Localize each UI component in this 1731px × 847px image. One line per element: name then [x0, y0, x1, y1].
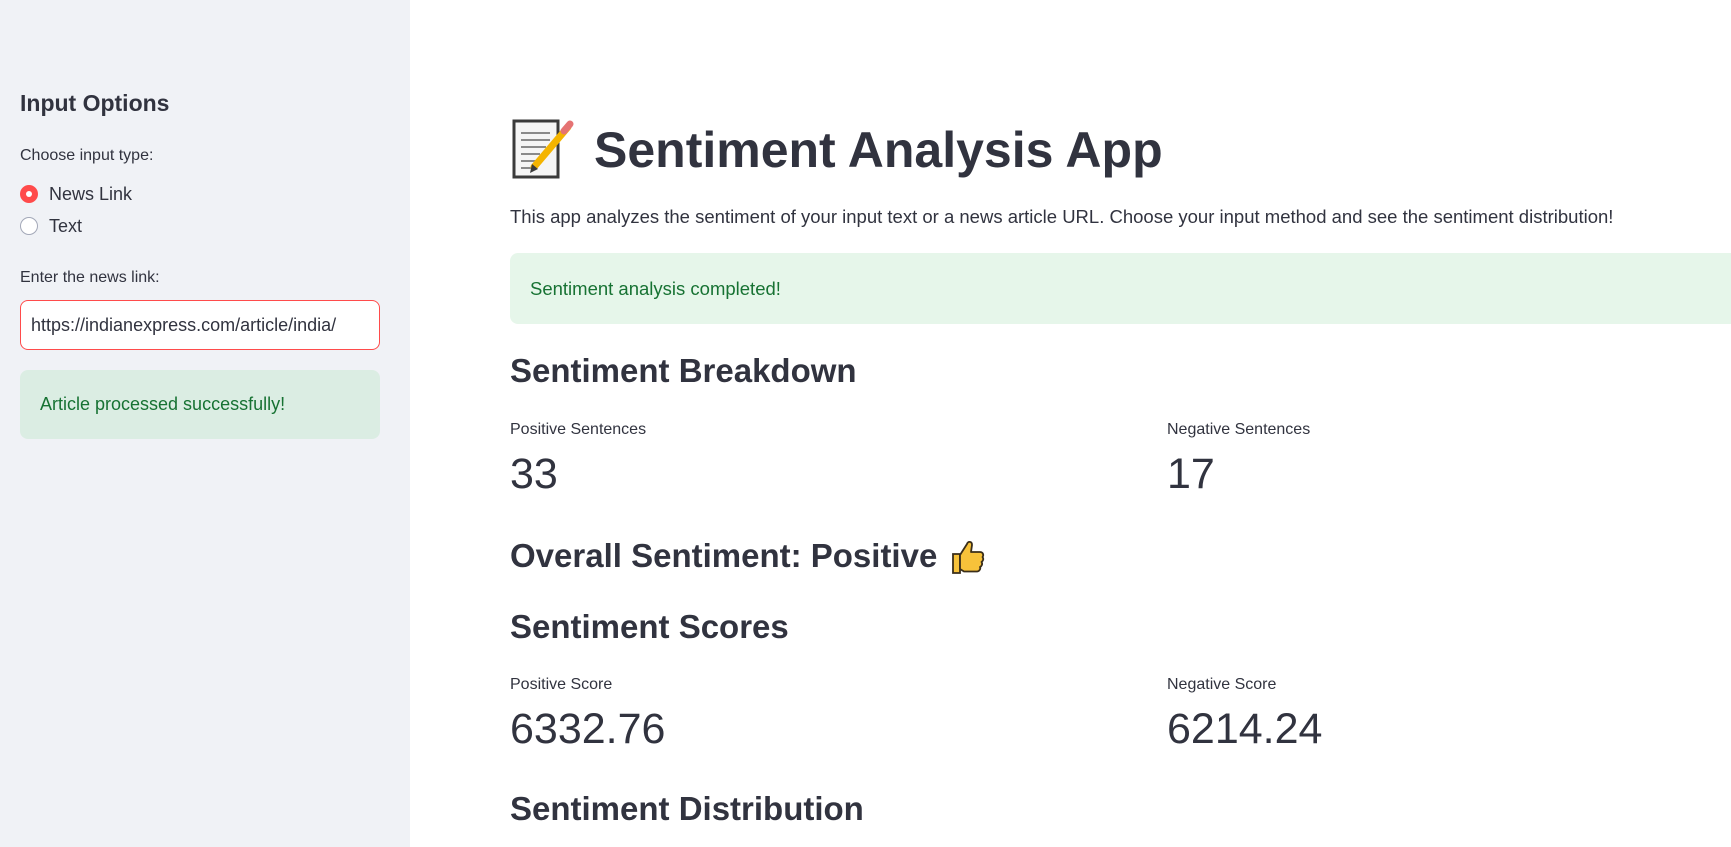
metric-value: 33 [510, 450, 558, 498]
radio-label-news-link: News Link [49, 183, 133, 204]
radio-selected-icon[interactable] [20, 185, 38, 203]
overall-sentiment-heading: Overall Sentiment: Positive [510, 536, 987, 576]
metric-label: Positive Score [510, 676, 613, 693]
app-root: Input Options Choose input type: News Li… [0, 0, 1731, 847]
input-type-label: Choose input type: [20, 147, 154, 164]
sidebar: Input Options Choose input type: News Li… [0, 0, 410, 847]
radio-label-text: Text [49, 215, 83, 236]
scores-heading: Sentiment Scores [510, 608, 789, 645]
metric-value: 17 [1167, 450, 1215, 498]
radio-option-news-link[interactable]: News Link [20, 178, 380, 210]
breakdown-heading: Sentiment Breakdown [510, 352, 857, 389]
metric-negative-sentences: Negative Sentences 17 [1167, 420, 1310, 500]
main-content: Sentiment Analysis App This app analyzes… [510, 0, 1731, 847]
sidebar-success-alert: Article processed successfully! [20, 370, 380, 439]
page-title-row: Sentiment Analysis App [510, 112, 1163, 188]
metric-value: 6214.24 [1167, 705, 1323, 753]
metric-label: Positive Sentences [510, 421, 647, 438]
radio-option-text[interactable]: Text [20, 210, 380, 242]
thumbs-up-icon [952, 540, 985, 574]
metric-negative-score: Negative Score 6214.24 [1167, 675, 1322, 755]
page-title: Sentiment Analysis App [594, 122, 1163, 178]
overall-sentiment-text: Overall Sentiment: Positive [510, 537, 938, 574]
metric-label: Negative Sentences [1167, 421, 1311, 438]
metric-value: 6332.76 [510, 705, 666, 753]
news-link-input[interactable] [20, 300, 380, 350]
metric-label: Negative Score [1167, 676, 1277, 693]
sidebar-heading: Input Options [20, 90, 170, 116]
app-description: This app analyzes the sentiment of your … [510, 206, 1614, 227]
distribution-heading: Sentiment Distribution [510, 790, 864, 827]
sidebar-content: Input Options Choose input type: News Li… [20, 88, 380, 439]
analysis-success-alert: Sentiment analysis completed! [510, 253, 1731, 324]
input-type-radio-group: News Link Text [20, 178, 380, 242]
news-link-label: Enter the news link: [20, 269, 160, 286]
metric-positive-sentences: Positive Sentences 33 [510, 420, 646, 500]
metric-positive-score: Positive Score 6332.76 [510, 675, 665, 755]
radio-unselected-icon[interactable] [20, 217, 38, 235]
memo-icon [512, 119, 574, 179]
